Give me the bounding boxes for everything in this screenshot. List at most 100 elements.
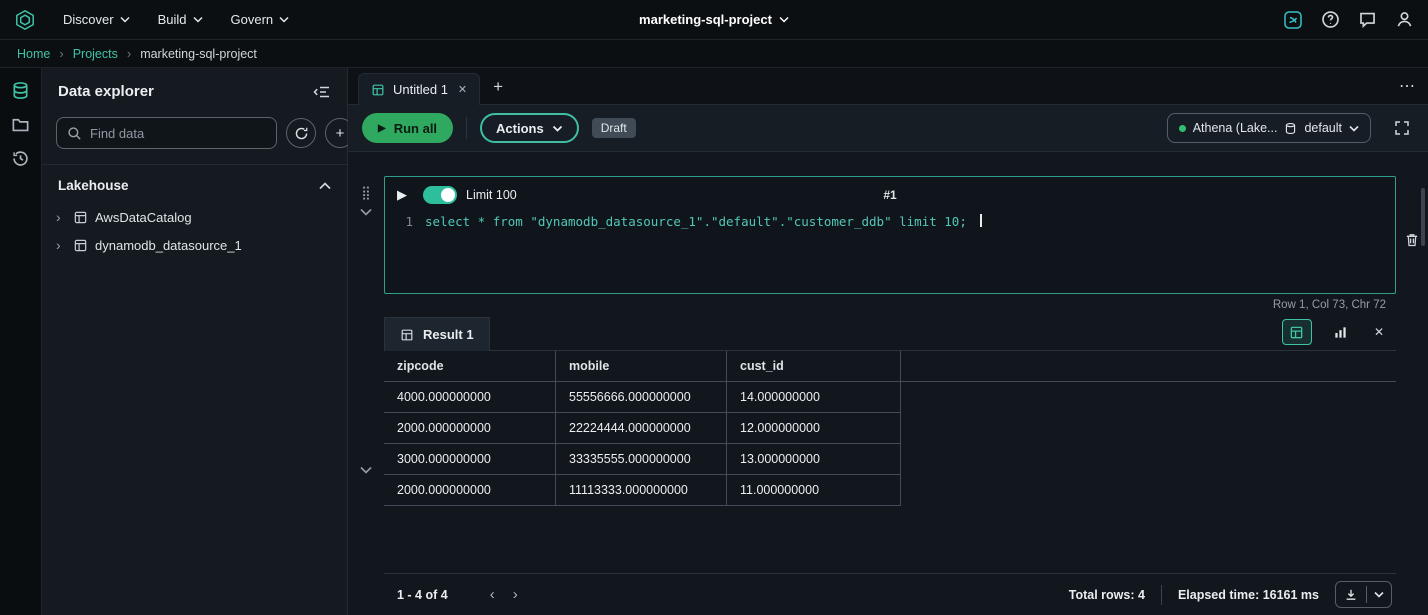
drag-handle-icon[interactable]: ⣿ xyxy=(361,186,371,199)
collapse-cell-icon[interactable] xyxy=(360,208,372,216)
pagination-label: 1 - 4 of 4 xyxy=(397,587,448,602)
new-tab-button[interactable]: + xyxy=(493,77,503,97)
divider xyxy=(1160,584,1162,605)
delete-cell-icon[interactable] xyxy=(1404,186,1420,294)
sql-code: select * from "dynamodb_datasource_1"."d… xyxy=(425,214,967,229)
chevron-right-icon: › xyxy=(56,209,61,225)
feedback-chat-icon[interactable] xyxy=(1358,10,1377,29)
close-results-icon[interactable]: ✕ xyxy=(1374,325,1384,339)
close-icon[interactable]: ✕ xyxy=(458,83,467,96)
result-view-actions: ✕ xyxy=(1281,319,1394,345)
sagemaker-app-icon[interactable] xyxy=(1283,10,1303,30)
table-row: 4000.000000000 55556666.000000000 14.000… xyxy=(384,382,901,413)
result-tab-label: Result 1 xyxy=(423,327,474,342)
table-cell: 11113333.000000000 xyxy=(556,475,727,505)
download-icon[interactable] xyxy=(1336,588,1366,602)
user-profile-icon[interactable] xyxy=(1395,10,1414,29)
nav-left: Discover Build Govern xyxy=(14,0,300,40)
main-area: Data explorer Find data + Lakehouse › Aw… xyxy=(0,68,1428,615)
limit-toggle[interactable] xyxy=(423,186,457,204)
connection-label: Athena (Lake... xyxy=(1192,121,1278,135)
table-cell: 2000.000000000 xyxy=(384,413,556,443)
tab-label: Untitled 1 xyxy=(393,82,448,97)
code-editor[interactable]: 1 select * from "dynamodb_datasource_1".… xyxy=(385,210,1395,293)
next-page-icon[interactable]: › xyxy=(513,586,518,603)
cell-gutter: ⣿ xyxy=(348,176,384,294)
nav-menu-govern[interactable]: Govern xyxy=(220,0,301,40)
rail-data-explorer-icon[interactable] xyxy=(11,81,30,100)
query-cell-row: ⣿ ▶ Limit 100 #1 1 select * from "dynamo… xyxy=(348,176,1428,294)
results-tabbar: Result 1 ✕ xyxy=(384,315,1396,351)
top-navigation: Discover Build Govern marketing-sql-proj… xyxy=(0,0,1428,40)
run-all-label: Run all xyxy=(393,120,438,136)
help-icon[interactable] xyxy=(1321,10,1340,29)
tree-item-dynamodb-datasource[interactable]: › dynamodb_datasource_1 xyxy=(42,231,347,259)
table-cell: 13.000000000 xyxy=(727,444,901,474)
fullscreen-icon[interactable] xyxy=(1394,120,1410,136)
collapse-results-icon[interactable] xyxy=(360,325,372,615)
table-cell: 2000.000000000 xyxy=(384,475,556,505)
breadcrumb: Home › Projects › marketing-sql-project xyxy=(0,40,1428,68)
nav-menu-label: Discover xyxy=(63,12,114,27)
cell-number: #1 xyxy=(883,188,897,202)
actions-button[interactable]: Actions xyxy=(480,113,579,143)
chart-view-icon[interactable] xyxy=(1326,319,1356,345)
chevron-right-icon: › xyxy=(59,46,64,61)
tree-item-label: dynamodb_datasource_1 xyxy=(95,237,242,253)
table-row: 2000.000000000 22224444.000000000 12.000… xyxy=(384,413,901,444)
download-options-icon[interactable] xyxy=(1367,591,1391,598)
tab-untitled-1[interactable]: Untitled 1 ✕ xyxy=(358,73,481,105)
pagination-controls: ‹ › xyxy=(490,586,518,603)
table-cell: 33335555.000000000 xyxy=(556,444,727,474)
breadcrumb-current: marketing-sql-project xyxy=(140,46,257,61)
nav-menu-label: Build xyxy=(157,12,187,27)
database-icon xyxy=(1284,122,1297,135)
explorer-header: Data explorer xyxy=(42,68,347,111)
results-panel: Result 1 ✕ zipcode mobile cust_id 4000.0… xyxy=(384,315,1396,615)
editor-tabbar: Untitled 1 ✕ + ⋯ xyxy=(348,68,1428,105)
tree-item-awsdatacatalog[interactable]: › AwsDataCatalog xyxy=(42,203,347,231)
results-gutter xyxy=(348,315,384,615)
table-header-row: zipcode mobile cust_id xyxy=(384,351,1396,382)
nav-menu-build[interactable]: Build xyxy=(147,0,214,40)
explorer-title: Data explorer xyxy=(58,83,154,100)
nav-menu-discover[interactable]: Discover xyxy=(52,0,141,40)
collapse-panel-icon[interactable] xyxy=(313,84,331,100)
scrollbar[interactable] xyxy=(1421,188,1425,246)
app-logo-icon[interactable] xyxy=(14,9,36,31)
breadcrumb-home[interactable]: Home xyxy=(17,47,50,61)
run-cell-icon[interactable]: ▶ xyxy=(397,187,407,203)
lakehouse-section-header: Lakehouse xyxy=(42,165,347,203)
run-all-button[interactable]: ▶ Run all xyxy=(362,113,454,143)
line-number: 1 xyxy=(405,214,413,229)
table-row: 3000.000000000 33335555.000000000 13.000… xyxy=(384,444,901,475)
status-dot-icon xyxy=(1178,124,1186,132)
chevron-down-icon xyxy=(192,16,203,23)
refresh-icon[interactable] xyxy=(286,118,316,148)
explorer-search-row: + xyxy=(42,111,355,164)
search-input[interactable] xyxy=(90,125,266,141)
more-options-icon[interactable]: ⋯ xyxy=(1399,76,1416,96)
plus-glyph: + xyxy=(335,124,345,142)
rail-files-icon[interactable] xyxy=(11,115,30,134)
left-icon-rail xyxy=(0,68,42,615)
project-selector[interactable]: marketing-sql-project xyxy=(639,12,789,27)
connection-selector[interactable]: Athena (Lake... default xyxy=(1166,113,1371,143)
column-header: cust_id xyxy=(727,351,901,381)
divider xyxy=(466,117,468,139)
sql-query-cell: ▶ Limit 100 #1 1 select * from "dynamodb… xyxy=(384,176,1396,294)
database-icon xyxy=(73,238,88,253)
results-row: Result 1 ✕ zipcode mobile cust_id 4000.0… xyxy=(348,315,1428,615)
project-selector-label: marketing-sql-project xyxy=(639,12,772,27)
tree-item-label: AwsDataCatalog xyxy=(95,209,192,225)
breadcrumb-projects[interactable]: Projects xyxy=(73,47,118,61)
table-view-icon[interactable] xyxy=(1281,319,1312,345)
chevron-up-icon[interactable] xyxy=(319,181,331,190)
table-cell: 22224444.000000000 xyxy=(556,413,727,443)
prev-page-icon[interactable]: ‹ xyxy=(490,586,495,603)
rail-history-icon[interactable] xyxy=(11,149,30,168)
chevron-down-icon xyxy=(120,16,130,23)
tab-result-1[interactable]: Result 1 xyxy=(384,317,490,351)
total-rows-label: Total rows: 4 xyxy=(1068,587,1145,602)
